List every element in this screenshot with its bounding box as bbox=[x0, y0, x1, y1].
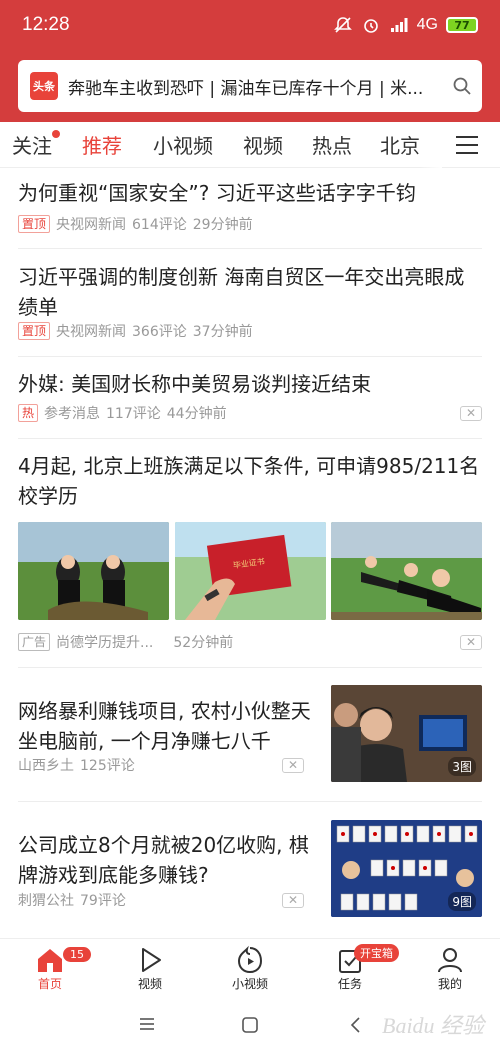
nav-task-label: 任务 bbox=[337, 977, 362, 991]
news-meta: 置顶 央视网新闻 366评论 37分钟前 bbox=[18, 321, 253, 341]
dislike-button[interactable]: ✕ bbox=[282, 893, 304, 908]
news-thumbnail[interactable]: 9图 bbox=[331, 820, 482, 917]
news-item[interactable]: 为何重视“国家安全”? 习近平这些话字字千钧 bbox=[18, 178, 482, 208]
pinned-tag: 置顶 bbox=[18, 215, 51, 233]
publish-time: 37分钟前 bbox=[192, 324, 253, 340]
news-meta: 置顶 央视网新闻 614评论 29分钟前 bbox=[18, 214, 253, 234]
status-bar: 12:28 4G 77 bbox=[0, 0, 500, 54]
watermark: Baidu 经验 bbox=[382, 1013, 485, 1038]
play-icon bbox=[142, 948, 161, 972]
small-video-icon bbox=[237, 945, 263, 974]
divider bbox=[18, 667, 482, 668]
tab-small-video[interactable]: 小视频 bbox=[153, 130, 213, 159]
dislike-button[interactable]: ✕ bbox=[460, 406, 482, 421]
nav-video-label: 视频 bbox=[137, 977, 162, 991]
search-bar[interactable]: 头条 奔驰车主收到恐吓 | 漏油车已库存十个月 | 米... bbox=[18, 60, 482, 112]
publish-time: 44分钟前 bbox=[166, 406, 227, 422]
news-title[interactable]: 公司成立8个月就被20亿收购, 棋牌游戏到底能多赚钱? bbox=[18, 830, 318, 890]
app-header: 12:28 4G 77 头条 奔驰车主收到恐吓 | 漏油车已库存十个月 | 米.… bbox=[0, 0, 500, 122]
news-source: 尚德学历提升... bbox=[56, 635, 154, 651]
tab-video[interactable]: 视频 bbox=[243, 130, 283, 159]
news-meta: 山西乡土 125评论 bbox=[18, 755, 135, 775]
divider bbox=[18, 248, 482, 249]
news-meta: 广告 尚德学历提升... 52分钟前 bbox=[18, 632, 233, 652]
image-count: 3图 bbox=[448, 757, 476, 776]
nav-mine[interactable]: 我的 bbox=[415, 945, 485, 992]
comment-count: 79评论 bbox=[80, 893, 126, 909]
news-source: 央视网新闻 bbox=[56, 324, 127, 340]
nav-small-video-label: 小视频 bbox=[231, 977, 268, 991]
user-icon bbox=[438, 948, 462, 973]
recent-apps-icon[interactable] bbox=[138, 1016, 156, 1036]
news-title[interactable]: 网络暴利赚钱项目, 农村小伙整天坐电脑前, 一个月净赚七八千 bbox=[18, 696, 318, 756]
ad-tag: 广告 bbox=[18, 633, 51, 651]
news-item[interactable]: 公司成立8个月就被20亿收购, 棋牌游戏到底能多赚钱? bbox=[18, 830, 318, 890]
news-title[interactable]: 外媒: 美国财长称中美贸易谈判接近结束 bbox=[18, 369, 482, 399]
tab-recommend[interactable]: 推荐 bbox=[82, 130, 122, 159]
comment-count: 614评论 bbox=[132, 217, 187, 233]
ad-image-1[interactable] bbox=[18, 522, 169, 620]
nav-small-video[interactable]: 小视频 bbox=[215, 945, 285, 992]
status-time: 12:28 bbox=[22, 14, 70, 35]
ad-image-2[interactable]: 毕业证书 bbox=[175, 522, 326, 620]
news-source: 山西乡土 bbox=[18, 758, 74, 774]
news-item[interactable]: 网络暴利赚钱项目, 农村小伙整天坐电脑前, 一个月净赚七八千 bbox=[18, 696, 318, 756]
home-icon bbox=[38, 949, 62, 972]
ad-image-3[interactable] bbox=[331, 522, 482, 620]
news-source: 刺猬公社 bbox=[18, 893, 74, 909]
hot-tag: 热 bbox=[18, 404, 39, 422]
publish-time: 29分钟前 bbox=[192, 217, 253, 233]
pinned-tag: 置顶 bbox=[18, 322, 51, 340]
channel-tabs: 关注 推荐 小视频 视频 热点 北京 bbox=[0, 122, 500, 168]
home-button-icon[interactable] bbox=[241, 1016, 259, 1038]
news-source: 央视网新闻 bbox=[56, 217, 127, 233]
news-item[interactable]: 习近平强调的制度创新 海南自贸区一年交出亮眼成绩单 bbox=[18, 262, 482, 322]
comment-count: 125评论 bbox=[80, 758, 135, 774]
toutiao-logo: 头条 bbox=[30, 72, 58, 100]
news-source: 参考消息 bbox=[44, 406, 101, 422]
dislike-button[interactable]: ✕ bbox=[460, 635, 482, 650]
news-thumbnail[interactable]: 3图 bbox=[331, 685, 482, 782]
tab-hot[interactable]: 热点 bbox=[312, 130, 352, 159]
nav-mine-label: 我的 bbox=[437, 977, 462, 991]
comment-count: 366评论 bbox=[132, 324, 187, 340]
divider bbox=[18, 801, 482, 802]
dislike-button[interactable]: ✕ bbox=[282, 758, 304, 773]
home-badge: 15 bbox=[62, 946, 92, 963]
news-meta: 刺猬公社 79评论 bbox=[18, 890, 126, 910]
tabs-fade bbox=[420, 122, 442, 168]
news-meta: 热 参考消息 117评论 44分钟前 bbox=[18, 403, 227, 423]
status-icons: 4G 77 bbox=[333, 15, 478, 35]
battery-indicator: 77 bbox=[446, 17, 478, 33]
mute-icon bbox=[333, 15, 353, 35]
tab-beijing[interactable]: 北京 bbox=[380, 130, 420, 159]
news-title[interactable]: 习近平强调的制度创新 海南自贸区一年交出亮眼成绩单 bbox=[18, 262, 482, 322]
network-type: 4G bbox=[416, 16, 438, 33]
search-icon[interactable] bbox=[442, 66, 482, 106]
notification-dot bbox=[52, 130, 60, 138]
image-count: 9图 bbox=[448, 892, 476, 911]
treasure-box-badge[interactable]: 开宝箱 bbox=[354, 944, 399, 962]
news-title[interactable]: 为何重视“国家安全”? 习近平这些话字字千钧 bbox=[18, 178, 482, 208]
signal-icon bbox=[389, 15, 409, 35]
nav-home-label: 首页 bbox=[37, 977, 62, 991]
back-icon[interactable] bbox=[348, 1016, 362, 1038]
divider bbox=[18, 356, 482, 357]
ad-item[interactable]: 4月起, 北京上班族满足以下条件, 可申请985/211名校学历 bbox=[18, 451, 482, 511]
comment-count: 117评论 bbox=[106, 406, 161, 422]
search-query[interactable]: 奔驰车主收到恐吓 | 漏油车已库存十个月 | 米... bbox=[68, 74, 442, 99]
news-title[interactable]: 4月起, 北京上班族满足以下条件, 可申请985/211名校学历 bbox=[18, 451, 482, 511]
menu-icon[interactable] bbox=[454, 134, 484, 156]
publish-time: 52分钟前 bbox=[173, 635, 234, 651]
nav-video[interactable]: 视频 bbox=[115, 945, 185, 992]
tab-follow[interactable]: 关注 bbox=[12, 130, 52, 159]
alarm-icon bbox=[361, 15, 381, 35]
divider bbox=[18, 438, 482, 439]
news-item[interactable]: 外媒: 美国财长称中美贸易谈判接近结束 bbox=[18, 369, 482, 399]
